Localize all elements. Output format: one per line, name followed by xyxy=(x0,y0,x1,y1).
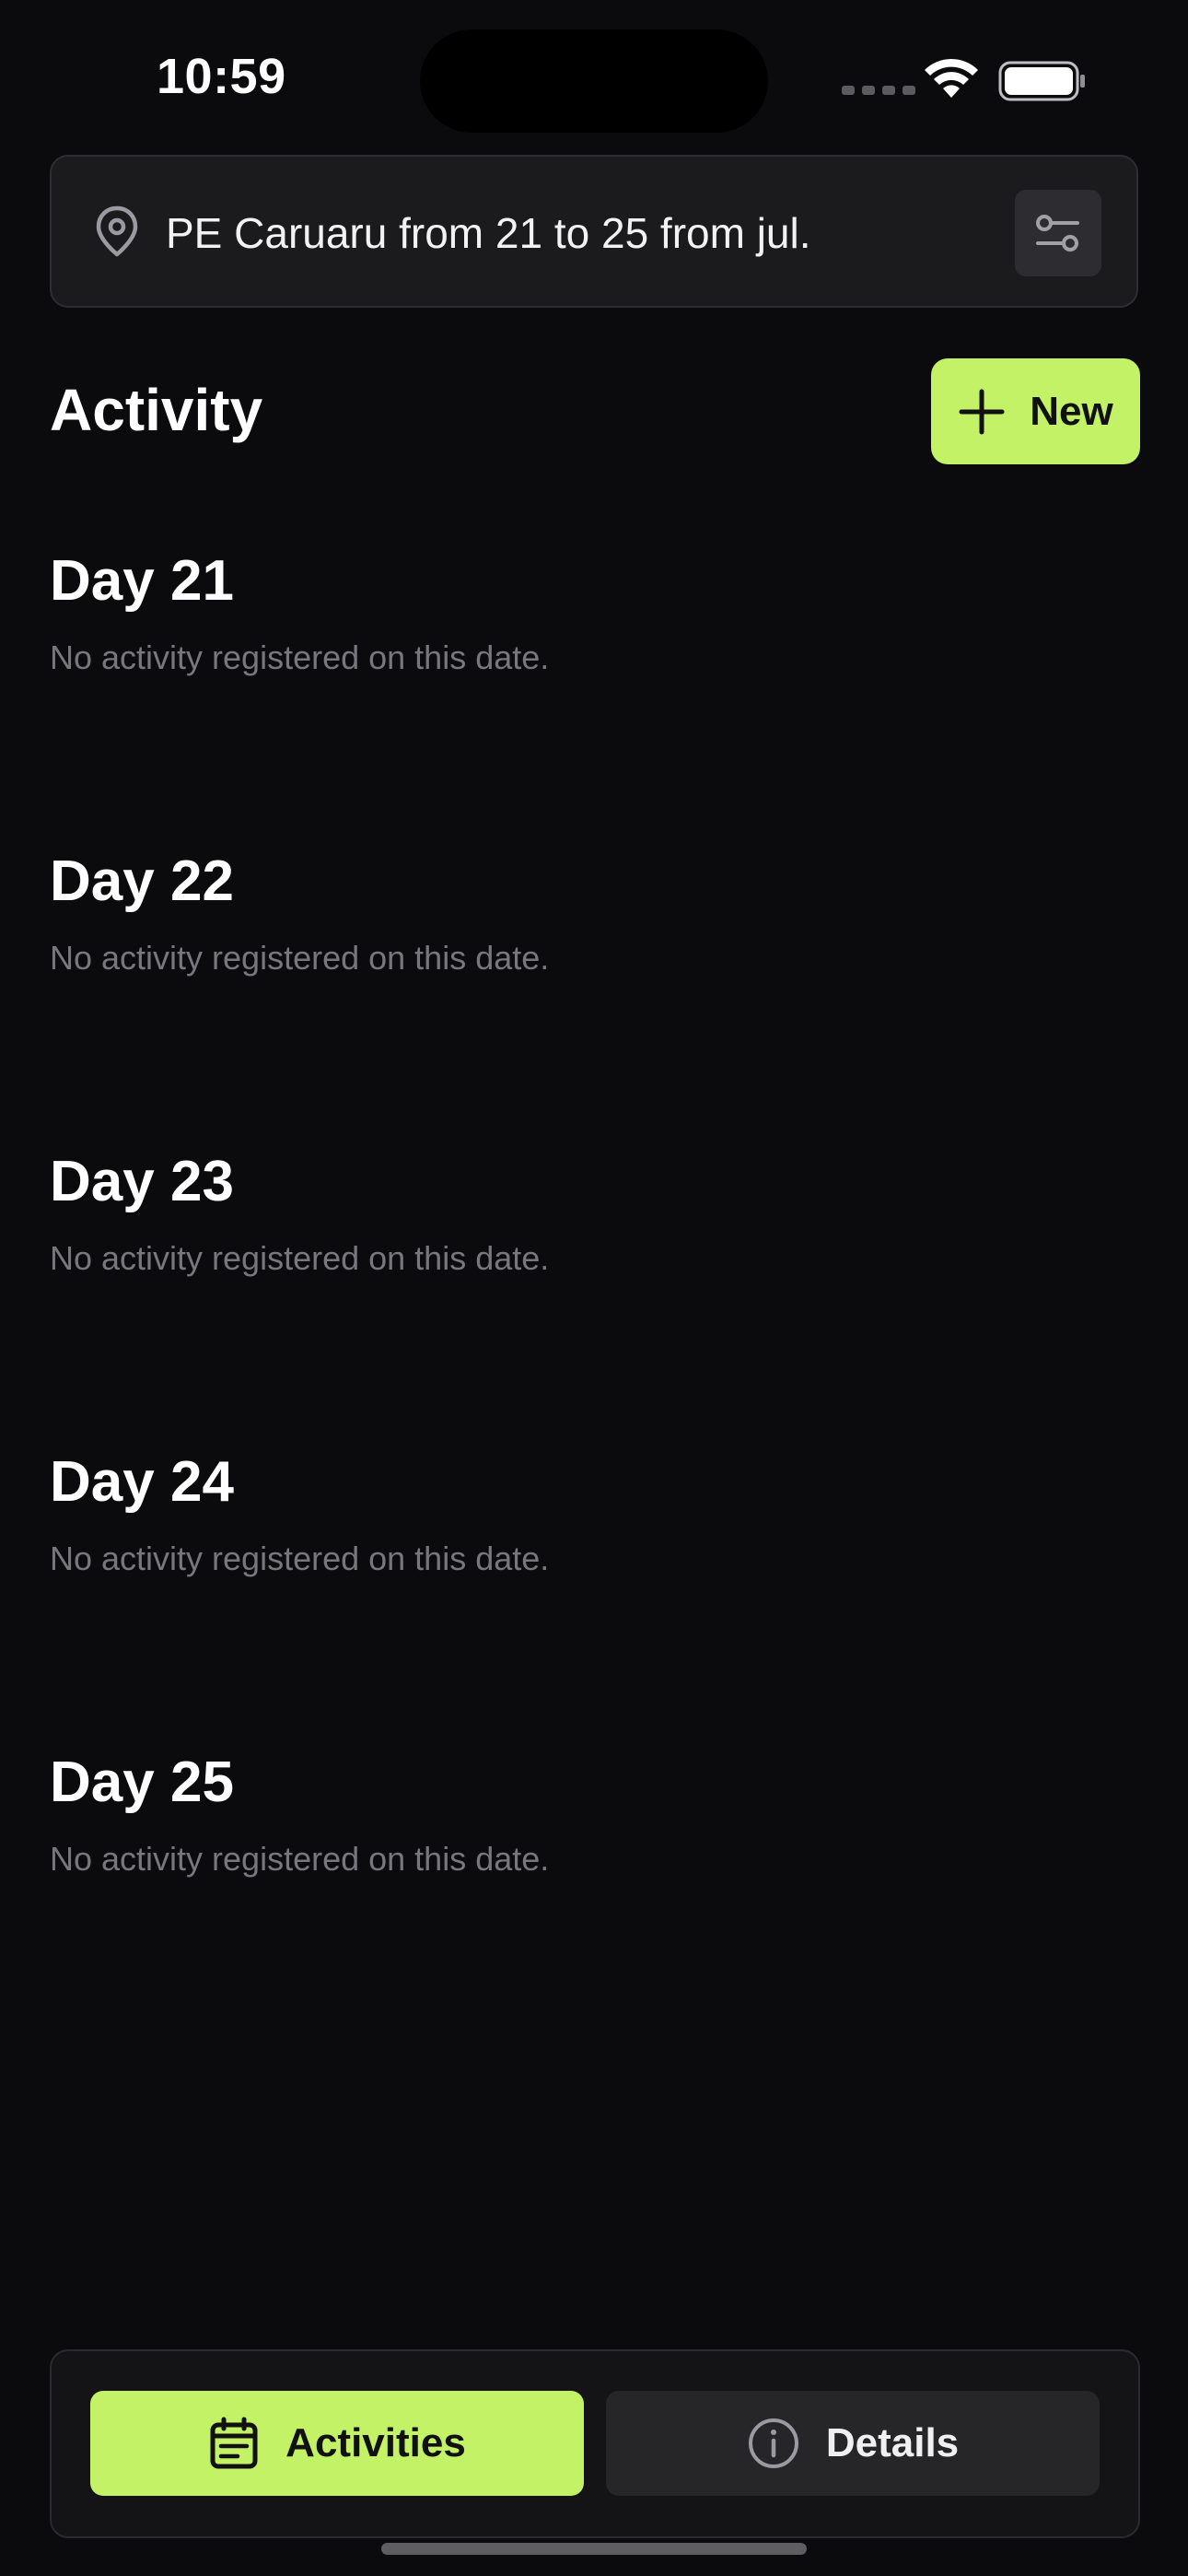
tab-activities[interactable]: Activities xyxy=(90,2391,584,2496)
page-title: Activity xyxy=(50,377,263,443)
day-title: Day 23 xyxy=(50,1150,234,1213)
day-title: Day 22 xyxy=(50,849,234,913)
tab-activities-label: Activities xyxy=(285,2420,466,2465)
empty-state-text: No activity registered on this date. xyxy=(50,1239,550,1277)
empty-state-text: No activity registered on this date. xyxy=(50,638,550,676)
battery-icon xyxy=(998,61,1085,101)
plus-icon xyxy=(959,389,1005,434)
empty-state-text: No activity registered on this date. xyxy=(50,1540,550,1577)
empty-state-text: No activity registered on this date. xyxy=(50,1840,550,1878)
day-section: Day 22 No activity registered on this da… xyxy=(50,853,549,975)
status-time: 10:59 xyxy=(157,49,286,104)
day-title: Day 24 xyxy=(50,1450,234,1514)
location-search-bar[interactable]: PE Caruaru from 21 to 25 from jul. xyxy=(50,155,1138,308)
day-title: Day 21 xyxy=(50,549,234,613)
info-icon xyxy=(748,2418,798,2468)
dynamic-island xyxy=(420,29,768,133)
new-button-label: New xyxy=(1030,388,1113,434)
day-title: Day 25 xyxy=(50,1751,234,1814)
tab-details[interactable]: Details xyxy=(606,2391,1100,2496)
map-pin-icon xyxy=(96,205,138,257)
location-text: PE Caruaru from 21 to 25 from jul. xyxy=(166,209,811,257)
day-section: Day 25 No activity registered on this da… xyxy=(50,1754,549,1876)
home-indicator xyxy=(381,2543,807,2555)
day-section: Day 21 No activity registered on this da… xyxy=(50,553,549,674)
cellular-signal-icon xyxy=(842,86,915,95)
settings-sliders-icon xyxy=(1036,215,1079,252)
new-activity-button[interactable]: New xyxy=(931,358,1140,464)
tab-details-label: Details xyxy=(825,2420,960,2465)
wifi-icon xyxy=(925,58,978,98)
filter-button[interactable] xyxy=(1015,190,1101,276)
empty-state-text: No activity registered on this date. xyxy=(50,939,550,977)
bottom-tab-bar: Activities Details xyxy=(50,2349,1140,2538)
day-section: Day 23 No activity registered on this da… xyxy=(50,1153,549,1275)
day-section: Day 24 No activity registered on this da… xyxy=(50,1454,549,1575)
calendar-icon xyxy=(210,2417,258,2469)
